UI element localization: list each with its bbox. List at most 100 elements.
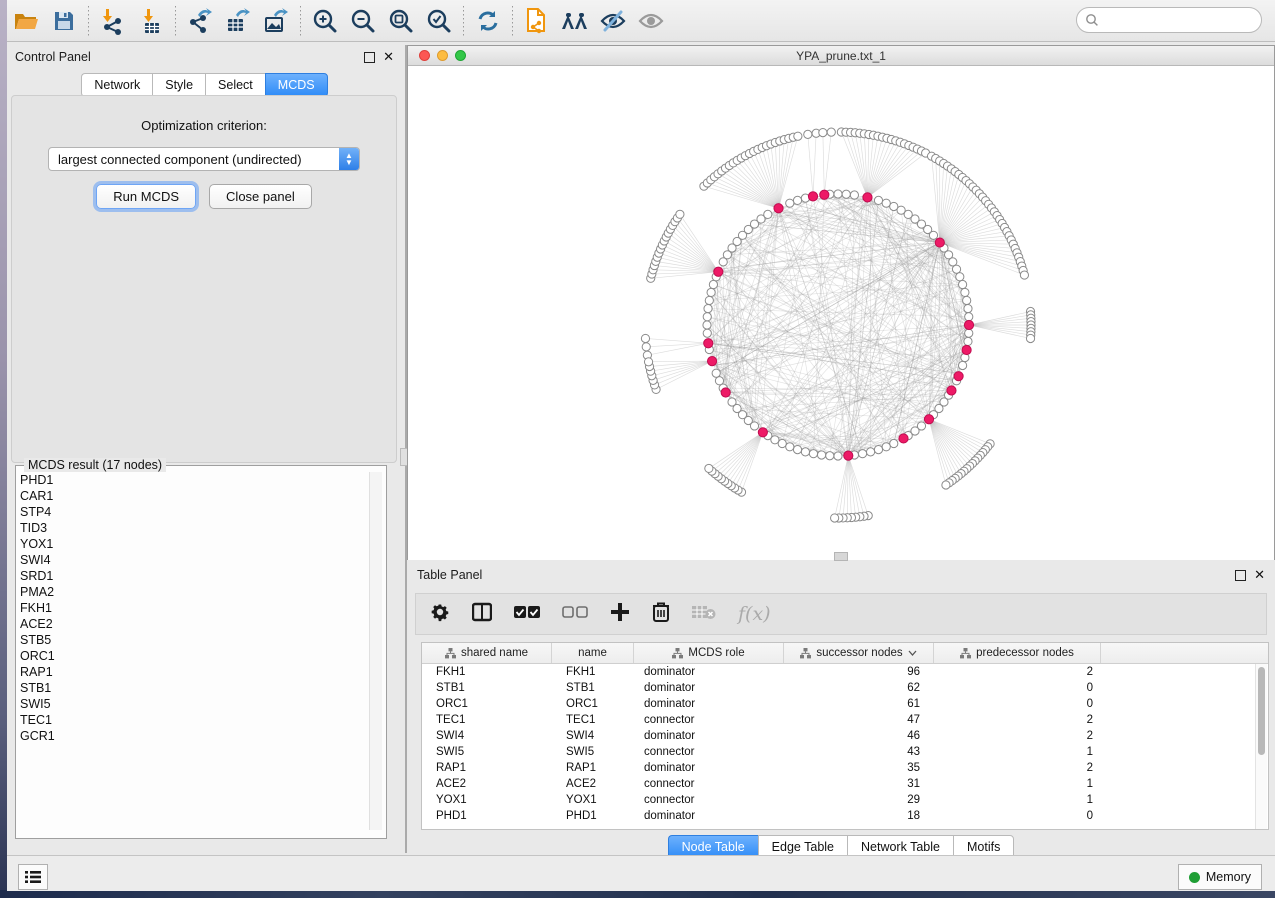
mcds-list-scrollbar[interactable] — [369, 472, 382, 830]
zoom-fit-icon[interactable] — [382, 5, 420, 37]
table-scrollbar-thumb[interactable] — [1258, 667, 1265, 755]
select-all-checked-icon[interactable] — [514, 605, 540, 624]
network-canvas[interactable] — [408, 66, 1274, 560]
task-history-button[interactable] — [18, 864, 48, 890]
tab-mcds[interactable]: MCDS — [265, 73, 328, 97]
table-row[interactable]: SWI4SWI4dominator462 — [422, 728, 1268, 744]
cell-predecessor: 0 — [934, 682, 1101, 694]
mcds-node-item[interactable]: STB5 — [20, 632, 366, 648]
add-column-icon[interactable] — [610, 602, 630, 627]
search-input[interactable] — [1076, 7, 1262, 33]
table-row[interactable]: ACE2ACE2connector311 — [422, 776, 1268, 792]
network-window-titlebar[interactable]: YPA_prune.txt_1 — [408, 46, 1274, 66]
import-network-icon[interactable] — [94, 5, 132, 37]
cell-predecessor: 2 — [934, 730, 1101, 742]
zoom-in-icon[interactable] — [306, 5, 344, 37]
mcds-node-item[interactable]: YOX1 — [20, 536, 366, 552]
cell-name: SWI5 — [552, 746, 634, 758]
deselect-all-icon[interactable] — [562, 605, 588, 624]
desktop: Control Panel ✕ NetworkStyleSelectMCDS O… — [0, 0, 1275, 898]
mcds-node-item[interactable]: ACE2 — [20, 616, 366, 632]
hide-selected-eye-icon[interactable] — [594, 5, 632, 37]
search-icon — [1085, 13, 1099, 27]
cell-name: ACE2 — [552, 778, 634, 790]
mcds-node-item[interactable]: PMA2 — [20, 584, 366, 600]
cell-shared_name: TEC1 — [422, 714, 552, 726]
export-table-icon[interactable] — [219, 5, 257, 37]
mcds-node-item[interactable]: RAP1 — [20, 664, 366, 680]
mcds-node-item[interactable]: STB1 — [20, 680, 366, 696]
column-header-predecessor-nodes[interactable]: predecessor nodes — [934, 643, 1101, 663]
column-header-shared-name[interactable]: shared name — [422, 643, 552, 663]
export-network-icon[interactable] — [181, 5, 219, 37]
cell-name: ORC1 — [552, 698, 634, 710]
mcds-node-item[interactable]: STP4 — [20, 504, 366, 520]
float-panel-icon[interactable] — [364, 52, 375, 63]
table-row[interactable]: ORC1ORC1dominator610 — [422, 696, 1268, 712]
list-icon — [25, 870, 41, 884]
table-scrollbar[interactable] — [1255, 664, 1267, 829]
close-panel-icon[interactable]: ✕ — [383, 52, 394, 62]
export-image-icon[interactable] — [257, 5, 295, 37]
column-header-successor-nodes[interactable]: successor nodes — [784, 643, 934, 663]
tab-style[interactable]: Style — [152, 73, 205, 97]
cell-successor: 62 — [784, 682, 934, 694]
close-panel-button[interactable]: Close panel — [209, 184, 312, 209]
horizontal-splitter-handle[interactable] — [834, 552, 848, 561]
table-row[interactable]: PHD1PHD1dominator180 — [422, 808, 1268, 824]
memory-label: Memory — [1206, 870, 1251, 884]
close-table-panel-icon[interactable]: ✕ — [1254, 570, 1265, 580]
table-row[interactable]: YOX1YOX1connector291 — [422, 792, 1268, 808]
float-table-panel-icon[interactable] — [1235, 570, 1246, 581]
mcds-node-item[interactable]: SWI5 — [20, 696, 366, 712]
save-icon[interactable] — [45, 5, 83, 37]
table-row[interactable]: TEC1TEC1connector472 — [422, 712, 1268, 728]
table-panel-title: Table Panel — [417, 568, 482, 582]
open-folder-icon[interactable] — [7, 5, 45, 37]
zoom-out-icon[interactable] — [344, 5, 382, 37]
mcds-node-item[interactable]: TID3 — [20, 520, 366, 536]
tab-network[interactable]: Network — [81, 73, 152, 97]
mcds-node-item[interactable]: ORC1 — [20, 648, 366, 664]
delete-table-icon-disabled — [692, 604, 716, 625]
table-row[interactable]: RAP1RAP1dominator352 — [422, 760, 1268, 776]
mcds-node-item[interactable]: SWI4 — [20, 552, 366, 568]
cell-shared_name: ACE2 — [422, 778, 552, 790]
toolbar-separator — [300, 6, 301, 36]
criterion-dropdown[interactable]: largest connected component (undirected)… — [48, 147, 360, 171]
refresh-icon[interactable] — [469, 5, 507, 37]
mcds-node-item[interactable]: CAR1 — [20, 488, 366, 504]
cell-mcds_role: connector — [634, 778, 784, 790]
search-network-icon[interactable] — [556, 5, 594, 37]
column-layout-icon[interactable] — [472, 602, 492, 627]
toolbar-separator — [175, 6, 176, 36]
mcds-node-item[interactable]: TEC1 — [20, 712, 366, 728]
tab-select[interactable]: Select — [205, 73, 265, 97]
table-row[interactable]: SWI5SWI5connector431 — [422, 744, 1268, 760]
mcds-result-list[interactable]: PHD1CAR1STP4TID3YOX1SWI4SRD1PMA2FKH1ACE2… — [20, 472, 366, 830]
show-all-eye-icon[interactable] — [632, 5, 670, 37]
column-header-MCDS-role[interactable]: MCDS role — [634, 643, 784, 663]
cell-mcds_role: connector — [634, 714, 784, 726]
cell-predecessor: 1 — [934, 778, 1101, 790]
column-header-label: name — [578, 647, 607, 659]
mcds-node-item[interactable]: PHD1 — [20, 472, 366, 488]
shared-column-tree-icon — [960, 648, 971, 659]
table-row[interactable]: STB1STB1dominator620 — [422, 680, 1268, 696]
table-row[interactable]: FKH1FKH1dominator962 — [422, 664, 1268, 680]
run-mcds-button[interactable]: Run MCDS — [96, 184, 196, 209]
import-table-icon[interactable] — [132, 5, 170, 37]
delete-column-trash-icon[interactable] — [652, 602, 670, 627]
mcds-node-item[interactable]: FKH1 — [20, 600, 366, 616]
mcds-node-item[interactable]: GCR1 — [20, 728, 366, 744]
mcds-node-item[interactable]: SRD1 — [20, 568, 366, 584]
settings-gear-icon[interactable] — [430, 602, 450, 627]
memory-button[interactable]: Memory — [1178, 864, 1262, 890]
column-header-name[interactable]: name — [552, 643, 634, 663]
column-header-label: shared name — [461, 647, 528, 659]
zoom-selected-icon[interactable] — [420, 5, 458, 37]
cell-mcds_role: dominator — [634, 810, 784, 822]
share-document-icon[interactable] — [518, 5, 556, 37]
cell-name: RAP1 — [552, 762, 634, 774]
memory-status-icon — [1189, 872, 1200, 883]
